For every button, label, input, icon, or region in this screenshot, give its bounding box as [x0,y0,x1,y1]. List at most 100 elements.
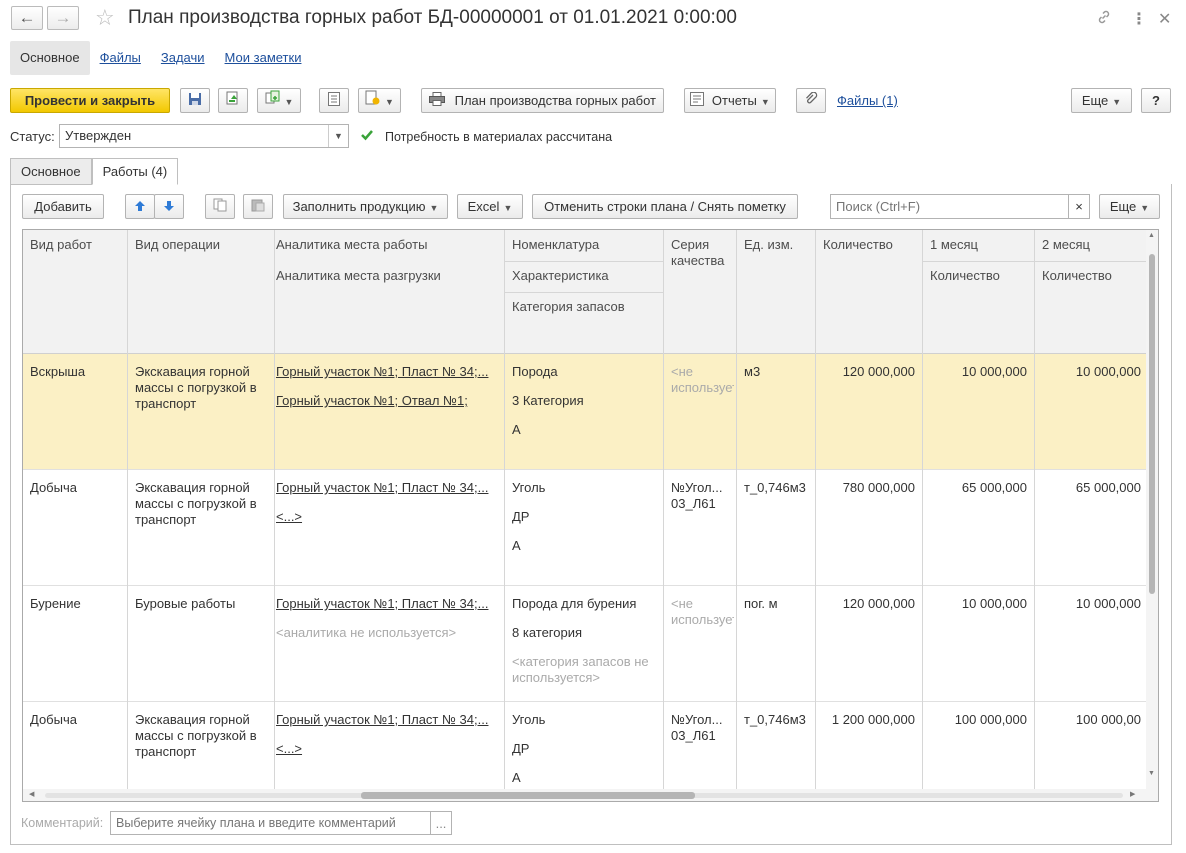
col-month2-qty[interactable]: Количество [1035,261,1148,291]
cell-unload[interactable]: <...> [269,509,503,525]
post-button[interactable] [218,88,248,113]
add-button[interactable]: Добавить [22,194,104,219]
printer-icon [429,90,445,113]
paperclip-icon [804,90,818,113]
more-vertical-icon[interactable]: ⋮ [1131,9,1147,29]
copy-icon [213,196,227,219]
close-icon[interactable]: ✕ [1158,9,1171,29]
files-link[interactable]: Файлы (1) [837,93,898,108]
excel-button[interactable]: Excel ▼ [457,194,523,219]
attach-button[interactable] [796,88,826,113]
cell-place-link[interactable]: Горный участок №1; Пласт № 34;... [269,712,503,728]
cell-series: <не используется> [671,364,734,395]
cell-nomenclature: Уголь [512,480,546,495]
comment-select-button[interactable]: ... [430,811,452,835]
back-button[interactable]: ← [11,6,43,30]
col-unit[interactable]: Ед. изм. [737,230,815,260]
scroll-right-arrow[interactable]: ▶ [1130,789,1135,801]
forward-button[interactable]: → [47,6,79,30]
section-nav: Основное Файлы Задачи Мои заметки [10,41,311,75]
cell-unload[interactable]: Горный участок №1; Отвал №1; [269,393,503,409]
list-button[interactable] [319,88,349,113]
col-nomenclature[interactable]: Номенклатура [505,230,663,260]
section-notes[interactable]: Мои заметки [215,41,312,75]
scroll-left-arrow[interactable]: ◀ [29,789,34,801]
table-row[interactable]: Добыча Экскавация горной массы с погрузко… [23,470,1148,586]
cell-month2: 65 000,000 [1075,480,1141,495]
cell-characteristic: 3 Категория [512,393,584,408]
plan-print-button[interactable]: План производства горных работ [421,88,664,113]
cell-unit: пог. м [744,596,778,611]
move-up-button[interactable] [125,194,155,219]
cell-place-link[interactable]: Горный участок №1; Пласт № 34;... [269,364,503,380]
cell-nomenclature: Порода [512,364,558,379]
post-and-close-button[interactable]: Провести и закрыть [10,88,170,113]
floppy-icon [188,90,202,113]
cell-characteristic: ДР [512,509,530,524]
scroll-up-arrow[interactable]: ▲ [1148,232,1155,239]
col-place[interactable]: Аналитика места работы [269,230,505,260]
section-main[interactable]: Основное [10,41,90,75]
help-button[interactable]: ? [1141,88,1171,113]
more-button[interactable]: Еще ▼ [1071,88,1132,113]
tab-main[interactable]: Основное [10,158,92,185]
search-clear-button[interactable]: × [1068,194,1090,219]
cell-operation: Буровые работы [135,596,236,611]
col-month1[interactable]: 1 месяц [923,230,1034,260]
section-files[interactable]: Файлы [90,41,151,75]
list-icon [328,90,340,113]
col-month1-qty[interactable]: Количество [923,261,1034,291]
col-quantity[interactable]: Количество [816,230,922,260]
table-more-label: Еще [1109,199,1137,214]
scroll-down-arrow[interactable]: ▼ [1148,770,1155,777]
table-row[interactable]: Бурение Буровые работы Горный участок №1; … [23,586,1148,702]
cell-place-link[interactable]: Горный участок №1; Пласт № 34;... [269,596,503,612]
cell-month2: 10 000,000 [1075,596,1141,611]
cancel-rows-button[interactable]: Отменить строки плана / Снять пометку [532,194,798,219]
fill-products-button[interactable]: Заполнить продукцию ▼ [283,194,448,219]
col-series[interactable]: Серия качества [664,230,734,276]
table-more-button[interactable]: Еще ▼ [1099,194,1160,219]
status-select[interactable]: Утвержден ▼ [59,124,349,148]
comment-field[interactable] [110,811,432,835]
link-icon[interactable] [1096,9,1112,30]
vertical-scroll-thumb[interactable] [1149,254,1155,594]
reports-button[interactable]: Отчеты ▼ [684,88,776,113]
horizontal-scroll-thumb[interactable] [361,792,695,799]
vertical-scrollbar[interactable]: ▲ ▼ [1146,230,1158,801]
cell-month1: 100 000,000 [954,712,1027,727]
section-tasks[interactable]: Задачи [151,41,215,75]
table-row[interactable]: Добыча Экскавация горной массы с погрузко… [23,702,1148,801]
col-operation[interactable]: Вид операции [128,230,274,260]
tab-works[interactable]: Работы (4) [91,158,179,185]
col-characteristic[interactable]: Характеристика [505,261,663,291]
col-stock-category[interactable]: Категория запасов [505,292,663,322]
cell-series: <не используется> [671,596,734,627]
col-work-type[interactable]: Вид работ [23,230,127,260]
col-month2[interactable]: 2 месяц [1035,230,1148,260]
col-unload[interactable]: Аналитика места разгрузки [269,261,505,291]
status-dropdown-icon[interactable]: ▼ [328,125,348,147]
print-doc-button[interactable]: ▼ [358,88,401,113]
cell-nomenclature: Порода для бурения [512,596,637,611]
table-row[interactable]: Вскрыша Экскавация горной массы с погрузк… [23,354,1148,470]
paste-button[interactable] [243,194,273,219]
fill-products-label: Заполнить продукцию [292,199,426,214]
star-icon[interactable]: ☆ [95,5,115,31]
save-button[interactable] [180,88,210,113]
move-down-button[interactable] [154,194,184,219]
cell-place-link[interactable]: Горный участок №1; Пласт № 34;... [269,480,503,496]
cell-unload[interactable]: <...> [269,741,503,757]
materials-status-text: Потребность в материалах рассчитана [385,130,613,144]
create-based-on-button[interactable]: ▼ [257,88,301,113]
arrow-down-icon [163,196,175,219]
create-based-icon [265,90,281,113]
search-input[interactable] [830,194,1070,219]
cell-operation: Экскавация горной массы с погрузкой в тр… [135,364,257,411]
copy-button[interactable] [205,194,235,219]
cell-unload: <аналитика не используется> [276,625,457,640]
more-label: Еще [1081,93,1109,108]
horizontal-scrollbar[interactable]: ◀ ▶ [23,789,1148,801]
cell-stock-category: А [512,770,521,785]
cell-unit: т_0,746м3 [744,480,806,495]
